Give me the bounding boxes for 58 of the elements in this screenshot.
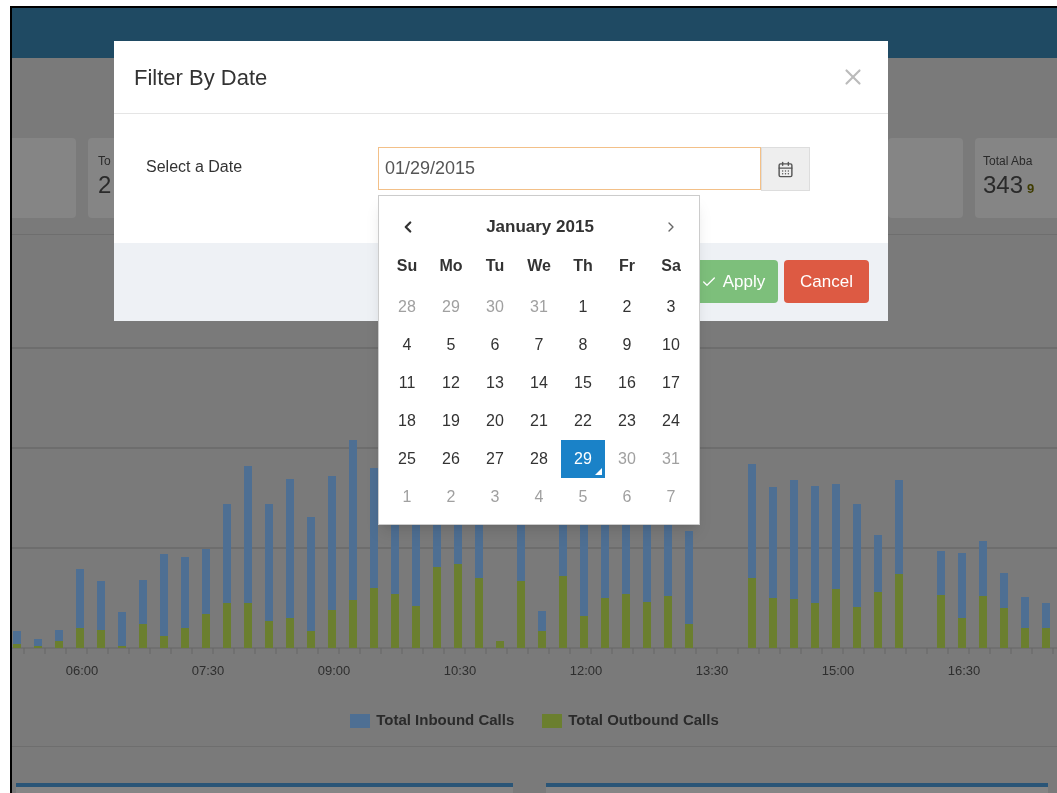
day-cell[interactable]: 1	[561, 288, 605, 326]
day-cell[interactable]: 4	[385, 326, 429, 364]
day-cell[interactable]: 20	[473, 402, 517, 440]
day-cell[interactable]: 2	[605, 288, 649, 326]
day-cell[interactable]: 17	[649, 364, 693, 402]
day-cell[interactable]: 15	[561, 364, 605, 402]
corner-triangle-icon	[595, 468, 602, 475]
axis-label: 13:30	[695, 661, 729, 680]
date-field[interactable]: 01/29/2015	[378, 147, 761, 190]
day-cell[interactable]: 12	[429, 364, 473, 402]
day-cell[interactable]: 21	[517, 402, 561, 440]
day-cell[interactable]: 24	[649, 402, 693, 440]
legend-label: Total Outbound Calls	[568, 710, 719, 731]
day-cell[interactable]: 27	[473, 440, 517, 478]
weekday-label: We	[527, 256, 551, 276]
day-cell[interactable]: 9	[605, 326, 649, 364]
axis-label: 07:30	[191, 661, 225, 680]
day-cell[interactable]: 13	[473, 364, 517, 402]
day-cell[interactable]: 14	[517, 364, 561, 402]
stat-label: To	[98, 153, 111, 170]
day-cell[interactable]: 7	[517, 326, 561, 364]
day-cell[interactable]: 19	[429, 402, 473, 440]
day-cell[interactable]: 16	[605, 364, 649, 402]
field-label: Select a Date	[146, 157, 244, 177]
day-cell[interactable]: 18	[385, 402, 429, 440]
calendar-button[interactable]	[761, 147, 810, 191]
stat-value: 343	[983, 170, 1024, 200]
stat-label: Total Aba	[983, 153, 1034, 170]
weekday-label: Fr	[619, 256, 635, 276]
day-cell[interactable]: 6	[473, 326, 517, 364]
cancel-button[interactable]: Cancel	[784, 260, 869, 303]
axis-label: 12:00	[569, 661, 603, 680]
day-cell[interactable]: 23	[605, 402, 649, 440]
legend-label: Total Inbound Calls	[376, 710, 515, 731]
axis-label: 09:00	[317, 661, 351, 680]
calendar-icon	[777, 160, 794, 178]
day-cell[interactable]: 5	[429, 326, 473, 364]
axis-label: 06:00	[65, 661, 99, 680]
day-cell[interactable]: 26	[429, 440, 473, 478]
day-cell[interactable]: 10	[649, 326, 693, 364]
weekday-label: Mo	[439, 256, 463, 276]
stat-value: 2	[98, 170, 112, 200]
dialog-title: Filter By Date	[134, 63, 268, 92]
day-cell[interactable]: 11	[385, 364, 429, 402]
weekday-label: Su	[396, 256, 418, 276]
month-title: January 2015	[486, 216, 594, 239]
stat-note: 9	[1027, 180, 1035, 198]
day-cell[interactable]: 25	[385, 440, 429, 478]
day-cell[interactable]: 8	[561, 326, 605, 364]
axis-label: 16:30	[947, 661, 981, 680]
day-cell[interactable]: 28	[517, 440, 561, 478]
day-cell[interactable]: 29	[561, 440, 605, 478]
weekday-label: Tu	[485, 256, 505, 276]
axis-label: 10:30	[443, 661, 477, 680]
weekday-label: Sa	[661, 256, 681, 276]
day-cell[interactable]: 22	[561, 402, 605, 440]
weekday-label: Th	[573, 256, 593, 276]
axis-label: 15:00	[821, 661, 855, 680]
